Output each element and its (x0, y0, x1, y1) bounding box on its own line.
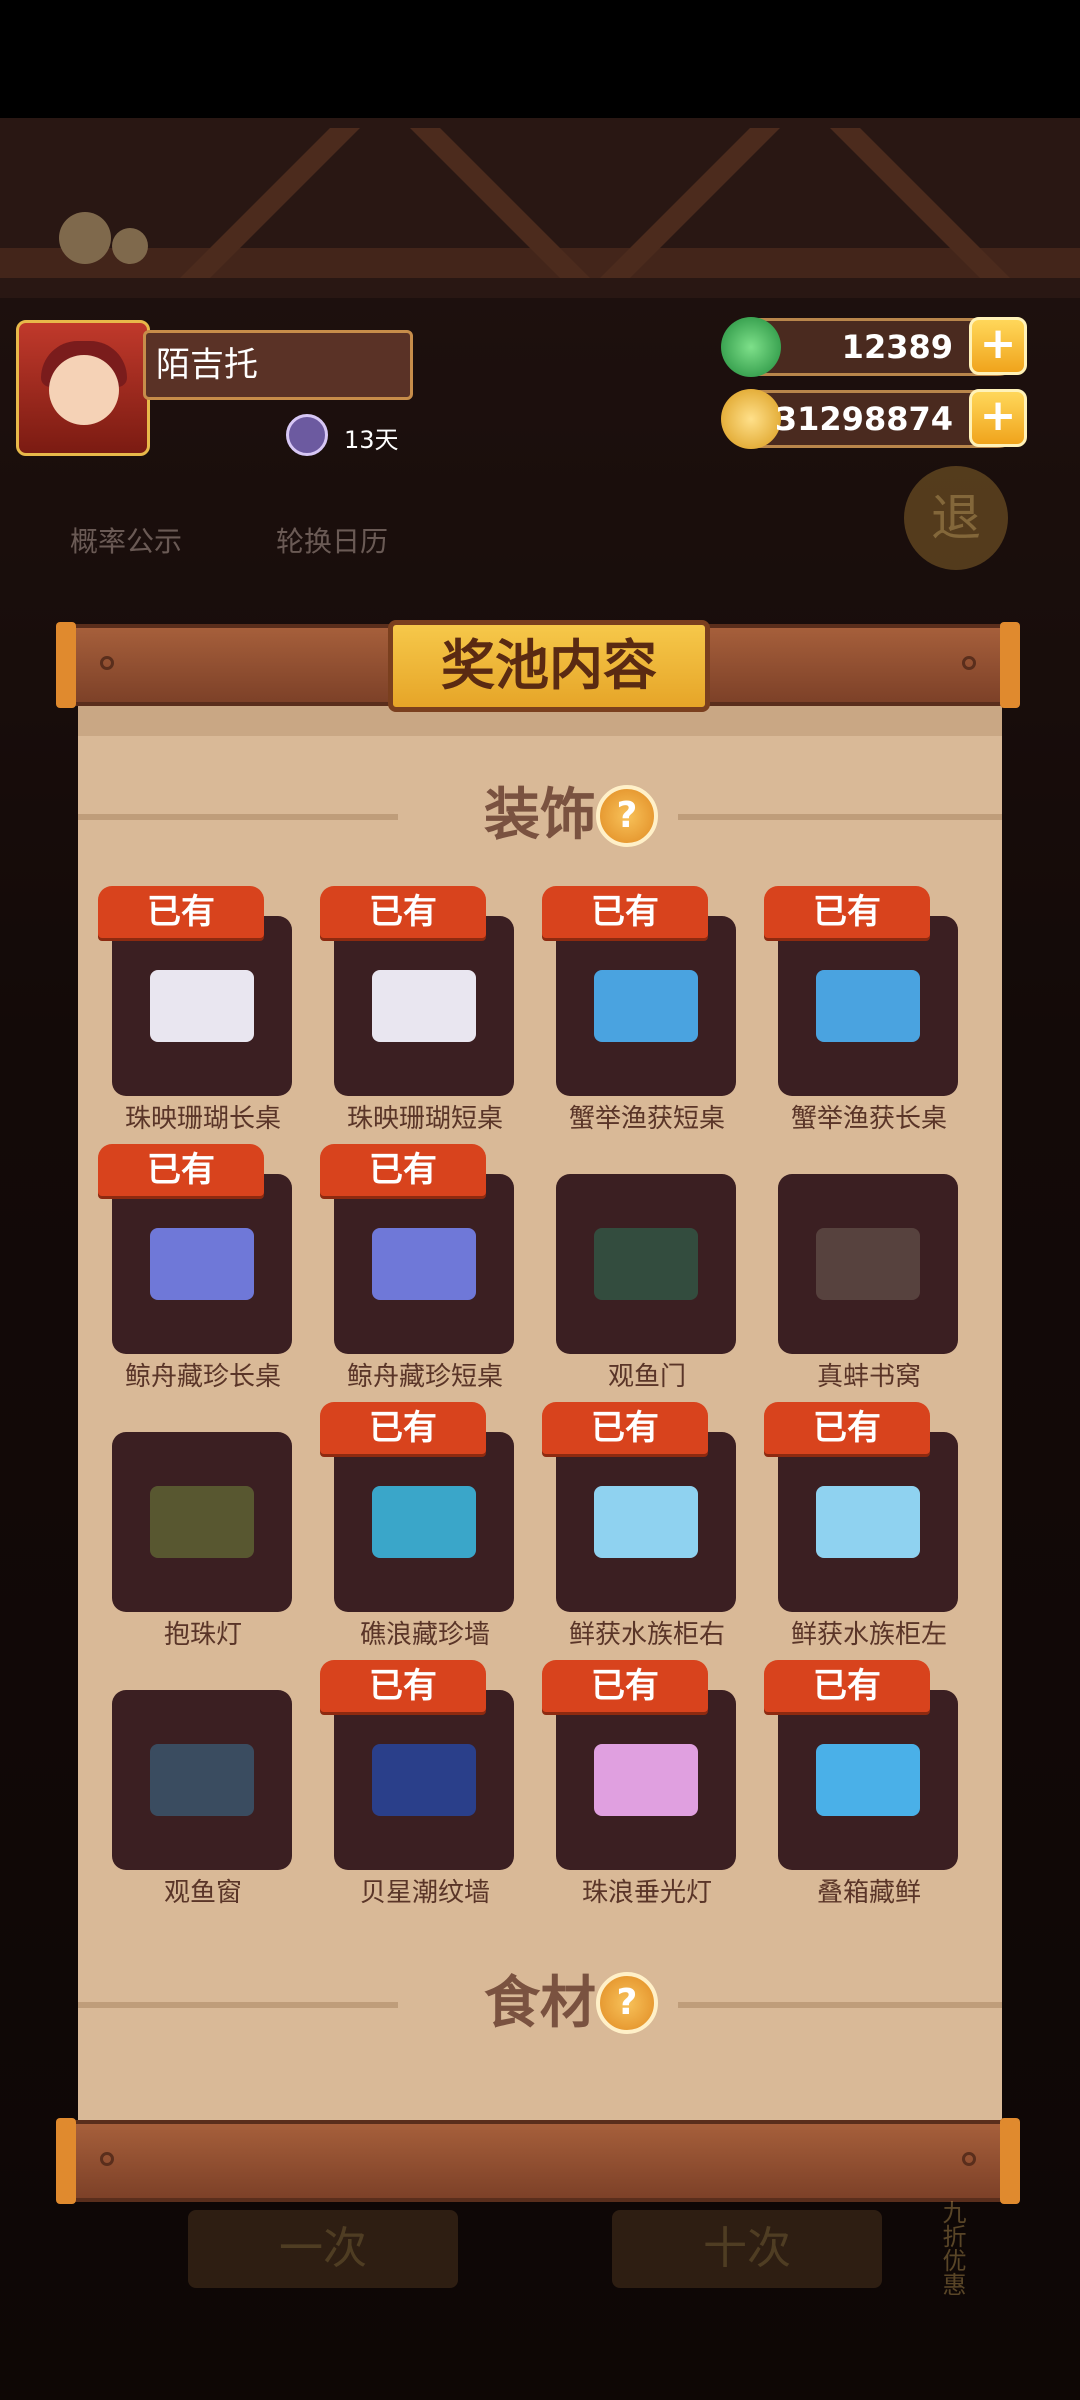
discount-tag: 九折优惠 (938, 2200, 966, 2296)
owned-tag: 已有 (98, 1144, 264, 1196)
section-decor-label: 装饰 (484, 783, 596, 848)
item-art-icon (150, 1744, 254, 1816)
owned-tag: 已有 (320, 1660, 486, 1712)
owned-tag: 已有 (320, 886, 486, 938)
draw-once-button[interactable]: 一次 (188, 2210, 458, 2288)
owned-tag: 已有 (98, 886, 264, 938)
probability-button[interactable]: 概率公示 (70, 520, 182, 560)
decor-item[interactable]: 已有蟹举渔获长桌 (764, 880, 962, 1134)
item-name: 贝星潮纹墙 (359, 1878, 490, 1908)
badge-icon (286, 414, 328, 456)
jade-coin-icon (721, 317, 781, 377)
decor-item[interactable]: 已有礁浪藏珍墙 (320, 1396, 518, 1650)
decor-item[interactable]: 已有叠箱藏鲜 (764, 1654, 962, 1908)
item-name: 礁浪藏珍墙 (359, 1620, 490, 1650)
item-art-icon (816, 1744, 920, 1816)
item-art-icon (372, 970, 476, 1042)
item-name: 珠浪垂光灯 (581, 1878, 712, 1908)
section-ingredients-label: 食材 (484, 1971, 596, 2036)
decor-item[interactable]: 已有珠映珊瑚长桌 (98, 880, 296, 1134)
owned-tag: 已有 (320, 1402, 486, 1454)
item-art-icon (372, 1486, 476, 1558)
item-name: 观鱼窗 (163, 1878, 242, 1908)
player-name: 陌吉托 (143, 330, 413, 400)
item-name: 抱珠灯 (163, 1620, 242, 1650)
decor-item[interactable]: 已有鲜获水族柜右 (542, 1396, 740, 1650)
owned-tag: 已有 (542, 1660, 708, 1712)
player-avatar[interactable] (16, 320, 150, 456)
owned-tag: 已有 (764, 886, 930, 938)
owned-tag: 已有 (320, 1144, 486, 1196)
item-name: 鲜获水族柜右 (568, 1620, 725, 1650)
scroll-rod-bottom (56, 2118, 1020, 2204)
owned-tag: 已有 (542, 886, 708, 938)
decor-item[interactable]: 观鱼窗 (110, 1654, 296, 1908)
item-art-icon (594, 1744, 698, 1816)
item-art-icon (816, 1228, 920, 1300)
add-jade-button[interactable]: + (969, 317, 1027, 375)
badge-days: 13天 (344, 426, 399, 454)
rotation-calendar-button[interactable]: 轮换日历 (276, 520, 388, 560)
owned-tag: 已有 (764, 1660, 930, 1712)
jade-amount: 12389 (841, 328, 953, 366)
decor-item[interactable]: 已有珠浪垂光灯 (542, 1654, 740, 1908)
item-name: 珠映珊瑚短桌 (346, 1104, 503, 1134)
item-art-icon (372, 1744, 476, 1816)
item-art-icon (150, 1486, 254, 1558)
section-ingredients: 食材 (78, 1964, 1002, 2044)
gold-coin-icon (721, 389, 781, 449)
add-gold-button[interactable]: + (969, 389, 1027, 447)
item-name: 蟹举渔获长桌 (790, 1104, 947, 1134)
item-name: 鲜获水族柜左 (790, 1620, 947, 1650)
ingredients-help-button[interactable]: ? (596, 1972, 658, 2034)
section-decor: 装饰 (78, 776, 1002, 856)
item-name: 珠映珊瑚长桌 (124, 1104, 281, 1134)
gold-amount: 31298874 (774, 400, 953, 438)
item-art-icon (150, 1228, 254, 1300)
owned-tag: 已有 (764, 1402, 930, 1454)
item-name: 观鱼门 (607, 1362, 686, 1392)
decor-item[interactable]: 观鱼门 (554, 1138, 740, 1392)
item-name: 真蚌书窝 (816, 1362, 921, 1392)
item-art-icon (594, 1486, 698, 1558)
item-art-icon (594, 970, 698, 1042)
decor-item[interactable]: 抱珠灯 (110, 1396, 296, 1650)
decor-item[interactable]: 已有贝星潮纹墙 (320, 1654, 518, 1908)
draw-ten-button[interactable]: 十次 (612, 2210, 882, 2288)
item-art-icon (816, 1486, 920, 1558)
item-art-icon (150, 970, 254, 1042)
decor-help-button[interactable]: ? (596, 785, 658, 847)
decor-item[interactable]: 真蚌书窝 (776, 1138, 962, 1392)
gold-currency: 31298874 + (721, 389, 1027, 449)
jade-currency: 12389 + (721, 317, 1027, 377)
decor-item[interactable]: 已有蟹举渔获短桌 (542, 880, 740, 1134)
decor-item[interactable]: 已有鲸舟藏珍短桌 (320, 1138, 518, 1392)
panel-title: 奖池内容 (388, 620, 710, 712)
item-name: 叠箱藏鲜 (816, 1878, 921, 1908)
item-name: 蟹举渔获短桌 (568, 1104, 725, 1134)
item-name: 鲸舟藏珍短桌 (346, 1362, 503, 1392)
decor-item[interactable]: 已有鲸舟藏珍长桌 (98, 1138, 296, 1392)
decor-item[interactable]: 已有鲜获水族柜左 (764, 1396, 962, 1650)
item-art-icon (372, 1228, 476, 1300)
exit-button[interactable]: 退 (904, 466, 1008, 570)
item-art-icon (816, 970, 920, 1042)
item-name: 鲸舟藏珍长桌 (124, 1362, 281, 1392)
item-art-icon (594, 1228, 698, 1300)
owned-tag: 已有 (542, 1402, 708, 1454)
decor-item[interactable]: 已有珠映珊瑚短桌 (320, 880, 518, 1134)
